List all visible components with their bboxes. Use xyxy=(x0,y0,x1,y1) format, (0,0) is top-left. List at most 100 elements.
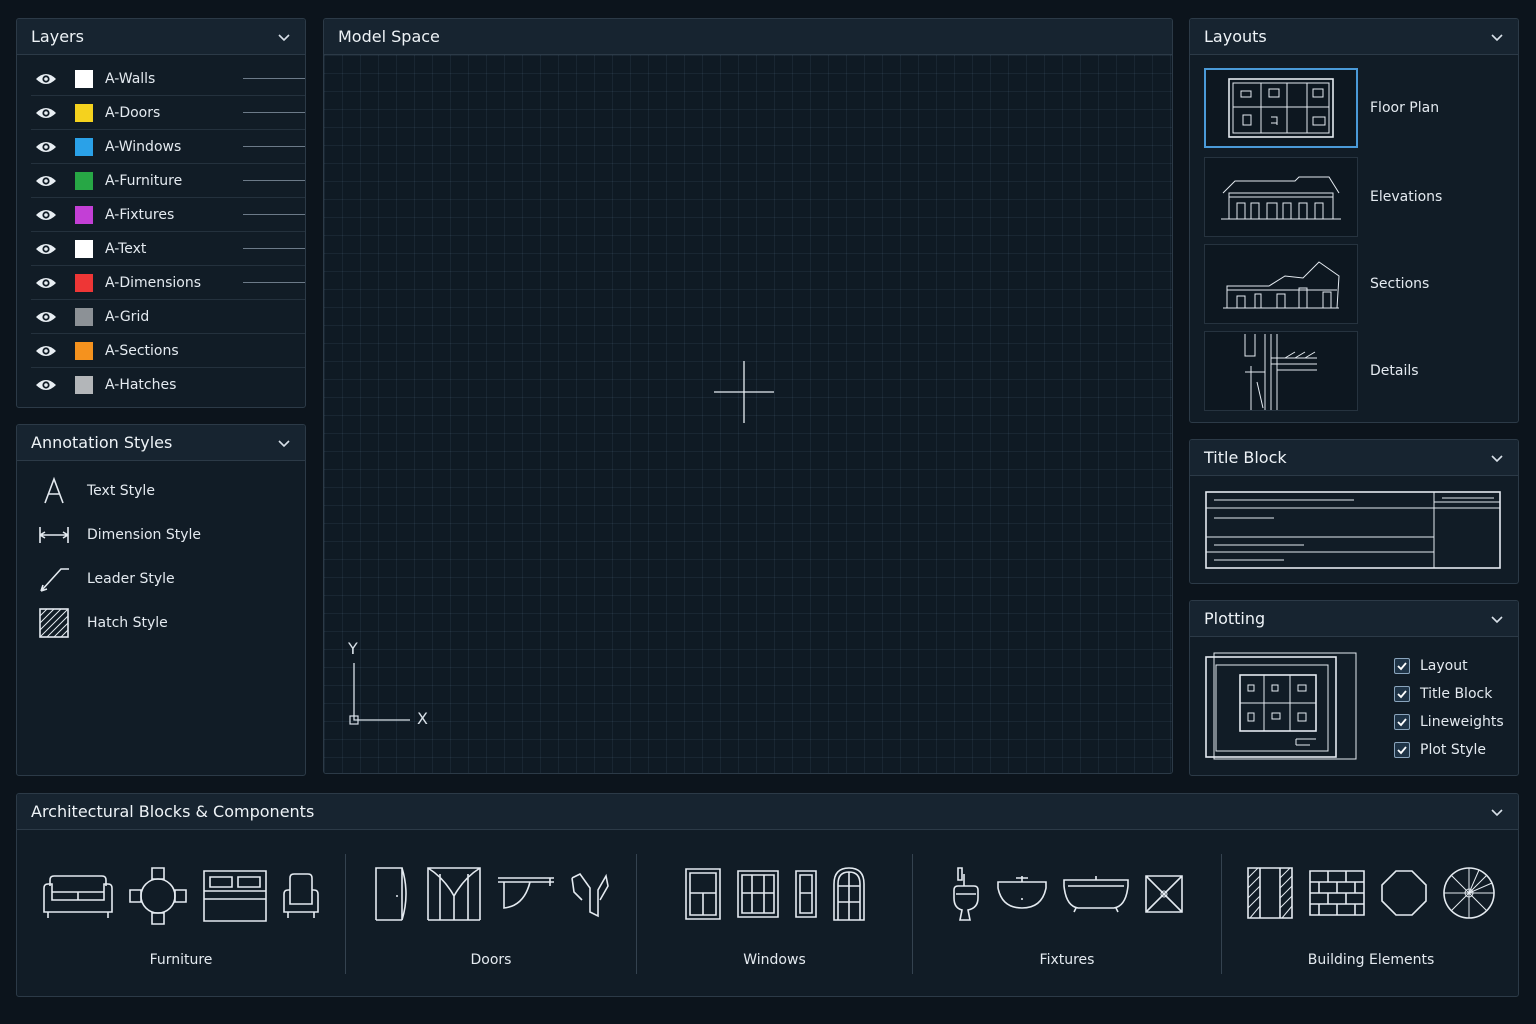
plot-option-plot-style[interactable]: Plot Style xyxy=(1384,738,1486,762)
title-block-preview[interactable] xyxy=(1204,490,1504,572)
layer-color-swatch[interactable] xyxy=(75,273,93,292)
eye-icon[interactable] xyxy=(35,276,57,290)
chevron-down-icon[interactable] xyxy=(1490,612,1504,626)
text-style-item[interactable]: Text Style xyxy=(37,473,155,509)
layer-color-swatch[interactable] xyxy=(75,341,93,360)
layer-row-furniture[interactable]: A-Furniture xyxy=(31,164,305,198)
circular-stair-icon[interactable] xyxy=(1442,866,1496,920)
model-space-title: Model Space xyxy=(338,27,440,46)
sink-icon[interactable] xyxy=(996,874,1048,914)
layer-row-text[interactable]: A-Text xyxy=(31,232,305,266)
shower-icon[interactable] xyxy=(1144,874,1184,914)
brick-wall-icon[interactable] xyxy=(1308,869,1366,917)
layout-elevations[interactable]: Elevations xyxy=(1204,157,1504,237)
plot-option-title-block[interactable]: Title Block xyxy=(1384,682,1492,706)
layer-row-dimensions[interactable]: A-Dimensions xyxy=(31,266,305,300)
layer-color-swatch[interactable] xyxy=(75,205,93,224)
floor-plan-thumbnail[interactable] xyxy=(1204,68,1358,148)
layer-color-swatch[interactable] xyxy=(75,69,93,88)
dimension-style-item[interactable]: Dimension Style xyxy=(37,517,201,553)
plot-option-lineweights[interactable]: Lineweights xyxy=(1384,710,1504,734)
title-block-checkbox[interactable] xyxy=(1394,686,1410,702)
layer-color-swatch[interactable] xyxy=(75,137,93,156)
eye-icon[interactable] xyxy=(35,242,57,256)
fixtures-icons xyxy=(913,866,1221,922)
eye-icon[interactable] xyxy=(35,140,57,154)
swing-door-icon[interactable] xyxy=(496,874,556,914)
folding-door-icon[interactable] xyxy=(570,870,610,918)
narrow-window-icon[interactable] xyxy=(794,869,818,919)
eye-icon[interactable] xyxy=(35,106,57,120)
layer-color-swatch[interactable] xyxy=(75,307,93,326)
dining-table-icon[interactable] xyxy=(128,866,188,926)
title-block-header[interactable]: Title Block xyxy=(1190,440,1518,476)
model-canvas[interactable]: Y X xyxy=(324,55,1172,773)
chevron-down-icon[interactable] xyxy=(1490,451,1504,465)
octagon-column-icon[interactable] xyxy=(1380,869,1428,917)
leader-style-item[interactable]: Leader Style xyxy=(37,561,175,597)
eye-icon[interactable] xyxy=(35,174,57,188)
sections-thumbnail[interactable] xyxy=(1204,244,1358,324)
toilet-icon[interactable] xyxy=(950,866,982,922)
layout-checkbox[interactable] xyxy=(1394,658,1410,674)
layer-row-sections[interactable]: A-Sections xyxy=(31,334,305,368)
layer-row-walls[interactable]: A-Walls xyxy=(31,62,305,96)
chevron-down-icon[interactable] xyxy=(1490,30,1504,44)
layers-header[interactable]: Layers xyxy=(17,19,305,55)
double-door-icon[interactable] xyxy=(426,866,482,922)
doors-icons xyxy=(346,866,636,922)
layer-color-swatch[interactable] xyxy=(75,239,93,258)
layer-row-hatches[interactable]: A-Hatches xyxy=(31,368,305,402)
layout-sections[interactable]: Sections xyxy=(1204,244,1504,324)
chevron-down-icon[interactable] xyxy=(277,436,291,450)
layer-row-windows[interactable]: A-Windows xyxy=(31,130,305,164)
chevron-down-icon[interactable] xyxy=(277,30,291,44)
elevations-thumbnail[interactable] xyxy=(1204,157,1358,237)
section-icon xyxy=(1223,261,1340,309)
building-elements-group: Building Elements xyxy=(1222,830,1518,996)
title-block-panel: Title Block xyxy=(1189,439,1519,584)
layer-color-swatch[interactable] xyxy=(75,171,93,190)
grid-window-icon[interactable] xyxy=(736,869,780,919)
layer-row-fixtures[interactable]: A-Fixtures xyxy=(31,198,305,232)
layer-color-swatch[interactable] xyxy=(75,103,93,122)
layout-details[interactable]: Details xyxy=(1204,331,1504,411)
eye-icon[interactable] xyxy=(35,72,57,86)
single-door-icon[interactable] xyxy=(372,866,412,922)
hatch-style-item[interactable]: Hatch Style xyxy=(37,605,168,641)
eye-icon[interactable] xyxy=(35,344,57,358)
chevron-down-icon[interactable] xyxy=(1490,805,1504,819)
arched-window-icon[interactable] xyxy=(832,866,866,922)
elevations-label: Elevations xyxy=(1370,189,1443,205)
casement-window-icon[interactable] xyxy=(684,867,722,921)
bed-icon[interactable] xyxy=(202,869,268,923)
wall-section-icon[interactable] xyxy=(1246,866,1294,920)
layer-row-grid[interactable]: A-Grid xyxy=(31,300,305,334)
layer-row-doors[interactable]: A-Doors xyxy=(31,96,305,130)
plot-option-layout[interactable]: Layout xyxy=(1384,654,1468,678)
dimension-style-label: Dimension Style xyxy=(87,527,202,543)
hatch-style-label: Hatch Style xyxy=(87,615,168,631)
annotation-header[interactable]: Annotation Styles xyxy=(17,425,305,461)
title-block-option-label: Title Block xyxy=(1420,686,1493,702)
layer-name: A-Grid xyxy=(105,308,150,325)
check-icon xyxy=(1397,746,1407,755)
blocks-header[interactable]: Architectural Blocks & Components xyxy=(17,794,1518,830)
layouts-header[interactable]: Layouts xyxy=(1190,19,1518,55)
layers-title: Layers xyxy=(31,27,84,46)
linetype-preview xyxy=(243,248,305,249)
eye-icon[interactable] xyxy=(35,378,57,392)
plotting-header[interactable]: Plotting xyxy=(1190,601,1518,637)
layout-floor-plan[interactable]: Floor Plan xyxy=(1204,68,1504,148)
layer-name: A-Dimensions xyxy=(105,274,202,291)
bathtub-icon[interactable] xyxy=(1062,874,1130,914)
linetype-preview xyxy=(243,282,305,283)
sofa-icon[interactable] xyxy=(42,872,114,920)
layer-color-swatch[interactable] xyxy=(75,376,93,394)
plot-style-checkbox[interactable] xyxy=(1394,742,1410,758)
eye-icon[interactable] xyxy=(35,310,57,324)
armchair-icon[interactable] xyxy=(282,872,320,920)
details-thumbnail[interactable] xyxy=(1204,331,1358,411)
lineweights-checkbox[interactable] xyxy=(1394,714,1410,730)
eye-icon[interactable] xyxy=(35,208,57,222)
